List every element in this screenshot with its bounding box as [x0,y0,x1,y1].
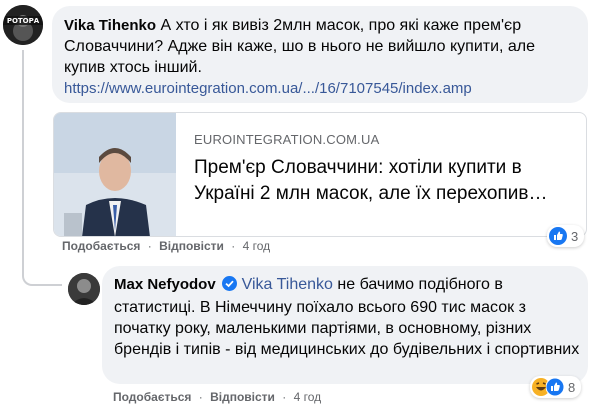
comment-actions-max: Подобається · Відповісти · 4 год [113,390,321,404]
timestamp[interactable]: 4 год [294,390,322,404]
avatar-text: РОТОРА [6,17,40,25]
comment-author[interactable]: Vika Tihenko [64,17,156,34]
avatar-vika[interactable]: РОТОРА [3,5,43,45]
separator-dot: · [282,390,287,404]
comment-body: Max Nefyodov Vika Tihenko не бачимо поді… [114,274,582,360]
comment-author[interactable]: Max Nefyodov [114,276,216,293]
link-preview-card[interactable]: EUROINTEGRATION.COM.UA Прем'єр Словаччин… [53,112,587,237]
comment-link[interactable]: https://www.eurointegration.com.ua/.../1… [64,80,579,97]
like-reaction-icon [546,378,564,396]
comment-body: Vika Tihenko А хто і як вивіз 2млн масок… [64,15,579,97]
mention-link[interactable]: Vika Tihenko [242,276,333,293]
separator-dot: · [198,390,203,404]
card-title[interactable]: Прем'єр Словаччини: хотіли купити в Укра… [194,155,554,207]
avatar-max[interactable] [68,273,100,305]
reaction-count-vika[interactable]: 3 [547,225,585,247]
comment-bubble-max: Max Nefyodov Vika Tihenko не бачимо поді… [102,266,588,384]
avatar-image [68,273,100,305]
card-image [54,113,176,236]
comment-bubble-vika: Vika Tihenko А хто і як вивіз 2млн масок… [52,6,588,103]
like-action[interactable]: Подобається [62,239,140,253]
reply-action[interactable]: Відповісти [210,390,275,404]
like-reaction-icon [549,227,567,245]
reaction-count: 3 [571,228,579,244]
thread-connector [22,50,62,286]
reaction-count: 8 [568,379,576,395]
timestamp[interactable]: 4 год [243,239,271,253]
avatar-image [3,5,43,45]
like-action[interactable]: Подобається [113,390,191,404]
separator-dot: · [147,239,152,253]
card-thumbnail [54,113,176,236]
verified-badge-icon [222,276,238,297]
card-domain: EUROINTEGRATION.COM.UA [194,132,380,147]
reaction-count-max[interactable]: 8 [530,376,582,398]
comment-actions-vika: Подобається · Відповісти · 4 год [62,239,270,253]
separator-dot: · [231,239,236,253]
reply-action[interactable]: Відповісти [159,239,224,253]
